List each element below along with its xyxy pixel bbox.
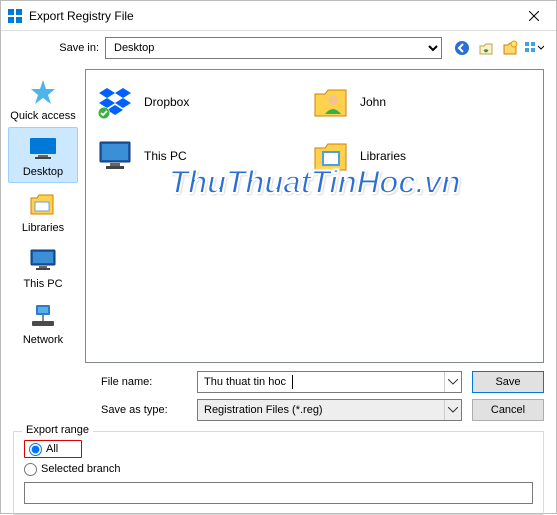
branch-path-input[interactable] <box>24 482 533 504</box>
new-folder-button[interactable] <box>500 38 520 58</box>
save-button[interactable]: Save <box>472 371 544 393</box>
place-desktop[interactable]: Desktop <box>8 127 78 183</box>
up-one-level-button[interactable] <box>476 38 496 58</box>
cancel-button[interactable]: Cancel <box>472 399 544 421</box>
file-item-dropbox[interactable]: Dropbox <box>94 78 294 126</box>
text-cursor <box>292 375 293 389</box>
network-icon <box>27 300 59 332</box>
place-label: Quick access <box>10 110 75 122</box>
file-label: This PC <box>144 149 187 163</box>
savetype-dropdown[interactable]: Registration Files (*.reg) <box>197 399 462 421</box>
savetype-row: Save as type: Registration Files (*.reg)… <box>1 395 556 423</box>
dropbox-icon <box>94 81 136 123</box>
place-label: Desktop <box>23 166 63 178</box>
savetype-label: Save as type: <box>101 404 187 416</box>
desktop-icon <box>27 132 59 164</box>
window-title: Export Registry File <box>29 9 511 23</box>
place-this-pc[interactable]: This PC <box>8 239 78 295</box>
savetype-value: Registration Files (*.reg) <box>198 404 444 416</box>
radio-all-label: All <box>46 443 58 455</box>
radio-selected-branch-row[interactable]: Selected branch <box>24 460 533 478</box>
main-area: Quick access Desktop Libraries This PC N… <box>1 65 556 367</box>
chevron-down-icon[interactable] <box>444 400 461 420</box>
place-label: Libraries <box>22 222 64 234</box>
toolbar <box>452 38 544 58</box>
views-button[interactable] <box>524 38 544 58</box>
radio-all[interactable] <box>29 443 42 456</box>
watermark-text: ThuThuatTinHoc.vn <box>90 164 539 201</box>
file-label: Libraries <box>360 149 406 163</box>
radio-selected-branch[interactable] <box>24 463 37 476</box>
save-in-dropdown[interactable]: Desktop <box>105 37 442 59</box>
file-list-pane[interactable]: Dropbox John This PC Libraries ThuThuatT… <box>85 69 544 363</box>
place-quick-access[interactable]: Quick access <box>8 71 78 127</box>
user-folder-icon <box>310 81 352 123</box>
save-in-label: Save in: <box>41 42 99 54</box>
export-range-group: Export range All Selected branch <box>13 431 544 515</box>
filename-value: Thu thuat tin hoc <box>198 376 444 388</box>
libraries-icon <box>27 188 59 220</box>
radio-selected-branch-label: Selected branch <box>41 463 121 475</box>
place-libraries[interactable]: Libraries <box>8 183 78 239</box>
quick-access-icon <box>27 76 59 108</box>
close-button[interactable] <box>511 1 556 31</box>
filename-row: File name: Thu thuat tin hoc Save <box>1 367 556 395</box>
app-icon <box>7 8 23 24</box>
save-in-row: Save in: Desktop <box>1 31 556 65</box>
this-pc-icon <box>27 244 59 276</box>
places-bar: Quick access Desktop Libraries This PC N… <box>1 65 85 367</box>
filename-label: File name: <box>101 376 187 388</box>
back-button[interactable] <box>452 38 472 58</box>
file-label: John <box>360 95 386 109</box>
chevron-down-icon[interactable] <box>444 372 461 392</box>
title-bar: Export Registry File <box>1 1 556 31</box>
file-label: Dropbox <box>144 95 189 109</box>
radio-all-row[interactable]: All <box>24 440 82 458</box>
file-item-john[interactable]: John <box>310 78 510 126</box>
place-label: Network <box>23 334 63 346</box>
place-network[interactable]: Network <box>8 295 78 351</box>
export-range-legend: Export range <box>22 424 93 436</box>
filename-input[interactable]: Thu thuat tin hoc <box>197 371 462 393</box>
place-label: This PC <box>23 278 62 290</box>
